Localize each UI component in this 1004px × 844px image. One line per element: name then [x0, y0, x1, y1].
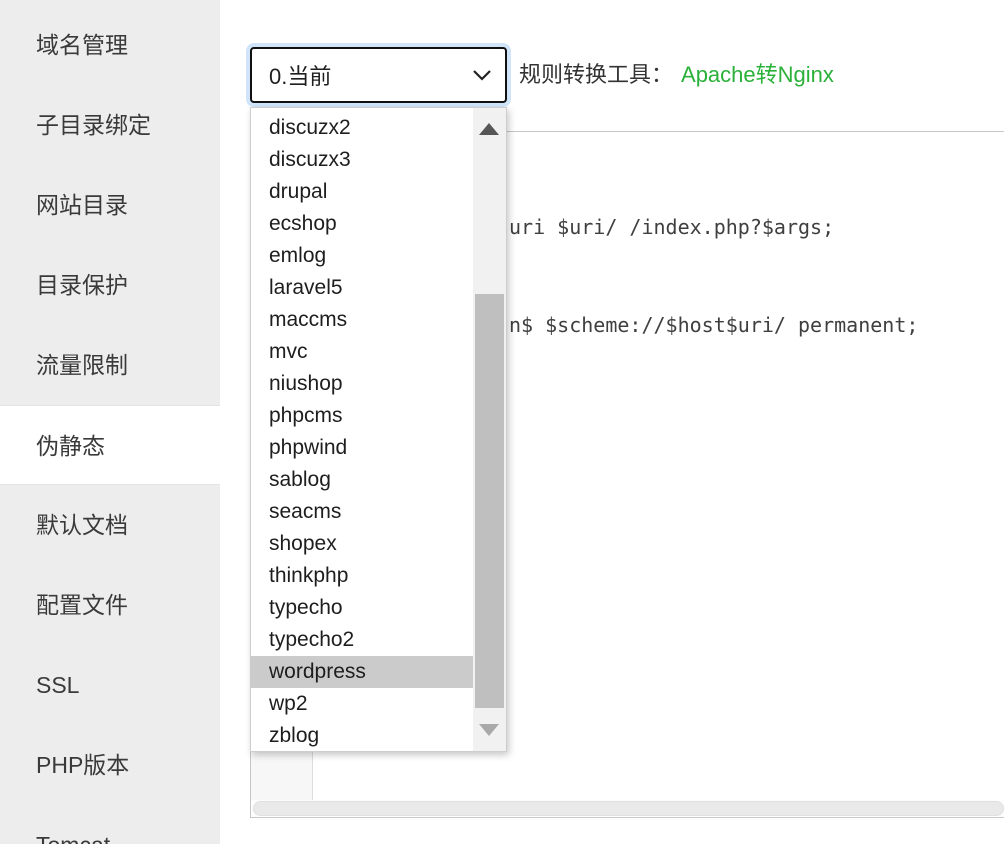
- sidebar-item[interactable]: SSL: [0, 645, 220, 725]
- dropdown-option[interactable]: laravel5: [251, 272, 473, 304]
- triangle-up-icon[interactable]: [479, 123, 499, 135]
- v-scrollbar-thumb[interactable]: [475, 294, 504, 708]
- dropdown-option[interactable]: phpcms: [251, 400, 473, 432]
- template-dropdown-list: discuzx2 discuzx3 drupal ecshop emlog la…: [250, 107, 507, 752]
- dropdown-option-label: zblog: [269, 724, 319, 747]
- triangle-down-icon[interactable]: [479, 724, 499, 736]
- dropdown-option[interactable]: emlog: [251, 240, 473, 272]
- dropdown-option-label: seacms: [269, 500, 341, 523]
- sidebar-item[interactable]: 目录保护: [0, 245, 220, 325]
- site-settings-dialog: 域名管理 子目录绑定 网站目录 目录保护 流量限制 伪静态 默认文档 配置文件 …: [0, 0, 1004, 844]
- sidebar-item-label: 域名管理: [36, 32, 128, 58]
- dropdown-option-label: wp2: [269, 692, 308, 715]
- dropdown-option-label: mvc: [269, 340, 308, 363]
- sidebar-item-label: Tomcat: [36, 832, 110, 844]
- sidebar-item-label: 目录保护: [36, 272, 128, 298]
- code-line-fragment: uri $uri/ /index.php?$args;: [509, 215, 834, 239]
- sidebar-item[interactable]: 网站目录: [0, 165, 220, 245]
- sidebar-item-label: SSL: [36, 672, 79, 698]
- converter-label: 规则转换工具：: [519, 62, 673, 87]
- dropdown-option-label: discuzx3: [269, 148, 351, 171]
- select-value: 0.当前: [269, 59, 331, 91]
- sidebar-item[interactable]: 域名管理: [0, 5, 220, 85]
- dropdown-option-label: typecho: [269, 596, 343, 619]
- dropdown-option-label: typecho2: [269, 628, 354, 651]
- dropdown-option-label: phpcms: [269, 404, 343, 427]
- sidebar-item[interactable]: PHP版本: [0, 725, 220, 805]
- dropdown-option-label: discuzx2: [269, 116, 351, 139]
- sidebar-item[interactable]: 流量限制: [0, 325, 220, 405]
- dropdown-option-label: phpwind: [269, 436, 347, 459]
- dropdown-option[interactable]: drupal: [251, 176, 473, 208]
- dropdown-option[interactable]: typecho: [251, 592, 473, 624]
- dropdown-option-label: maccms: [269, 308, 347, 331]
- dropdown-option-label: niushop: [269, 372, 343, 395]
- dropdown-option[interactable]: ecshop: [251, 208, 473, 240]
- dropdown-option[interactable]: wp2: [251, 688, 473, 720]
- dropdown-option[interactable]: niushop: [251, 368, 473, 400]
- dropdown-option-label: wordpress: [269, 660, 366, 683]
- dropdown-option[interactable]: discuzx2: [251, 112, 473, 144]
- sidebar-item[interactable]: Tomcat: [0, 805, 220, 844]
- dropdown-option[interactable]: zblog: [251, 720, 473, 752]
- sidebar-item[interactable]: 默认文档: [0, 485, 220, 565]
- code-line-fragment: n$ $scheme://$host$uri/ permanent;: [509, 313, 918, 337]
- sidebar-item-label: 子目录绑定: [36, 112, 151, 138]
- sidebar-item-label: 默认文档: [36, 512, 128, 538]
- dropdown-option[interactable]: shopex: [251, 528, 473, 560]
- dropdown-option-label: laravel5: [269, 276, 343, 299]
- dropdown-vertical-scrollbar[interactable]: [473, 108, 506, 751]
- settings-sidebar: 域名管理 子目录绑定 网站目录 目录保护 流量限制 伪静态 默认文档 配置文件 …: [0, 0, 220, 844]
- dropdown-options: discuzx2 discuzx3 drupal ecshop emlog la…: [251, 112, 473, 752]
- dropdown-option[interactable]: phpwind: [251, 432, 473, 464]
- sidebar-item[interactable]: 子目录绑定: [0, 85, 220, 165]
- converter-row: 规则转换工具： Apache转Nginx: [519, 47, 834, 103]
- sidebar-item-label: 伪静态: [36, 433, 105, 459]
- dropdown-option[interactable]: thinkphp: [251, 560, 473, 592]
- dropdown-option-label: emlog: [269, 244, 326, 267]
- dropdown-option[interactable]: maccms: [251, 304, 473, 336]
- rewrite-template-select[interactable]: 0.当前: [250, 47, 507, 103]
- sidebar-item[interactable]: 配置文件: [0, 565, 220, 645]
- dropdown-option[interactable]: sablog: [251, 464, 473, 496]
- h-scrollbar-thumb[interactable]: [253, 801, 1004, 816]
- sidebar-item-label: PHP版本: [36, 752, 129, 778]
- editor-horizontal-scrollbar[interactable]: [251, 800, 1004, 817]
- dropdown-option[interactable]: mvc: [251, 336, 473, 368]
- dropdown-option[interactable]: wordpress: [250, 656, 473, 688]
- dropdown-option-label: sablog: [269, 468, 331, 491]
- dropdown-option[interactable]: discuzx3: [251, 144, 473, 176]
- dropdown-option-label: drupal: [269, 180, 327, 203]
- sidebar-item[interactable]: 伪静态: [0, 405, 220, 485]
- dropdown-option-label: ecshop: [269, 212, 337, 235]
- dropdown-option-label: thinkphp: [269, 564, 348, 587]
- sidebar-item-label: 配置文件: [36, 592, 128, 618]
- sidebar-item-label: 流量限制: [36, 352, 128, 378]
- dropdown-option[interactable]: seacms: [251, 496, 473, 528]
- dropdown-option-label: shopex: [269, 532, 337, 555]
- chevron-down-icon: [473, 70, 491, 81]
- apache-to-nginx-link[interactable]: Apache转Nginx: [681, 62, 834, 87]
- sidebar-item-label: 网站目录: [36, 192, 128, 218]
- dropdown-option[interactable]: typecho2: [251, 624, 473, 656]
